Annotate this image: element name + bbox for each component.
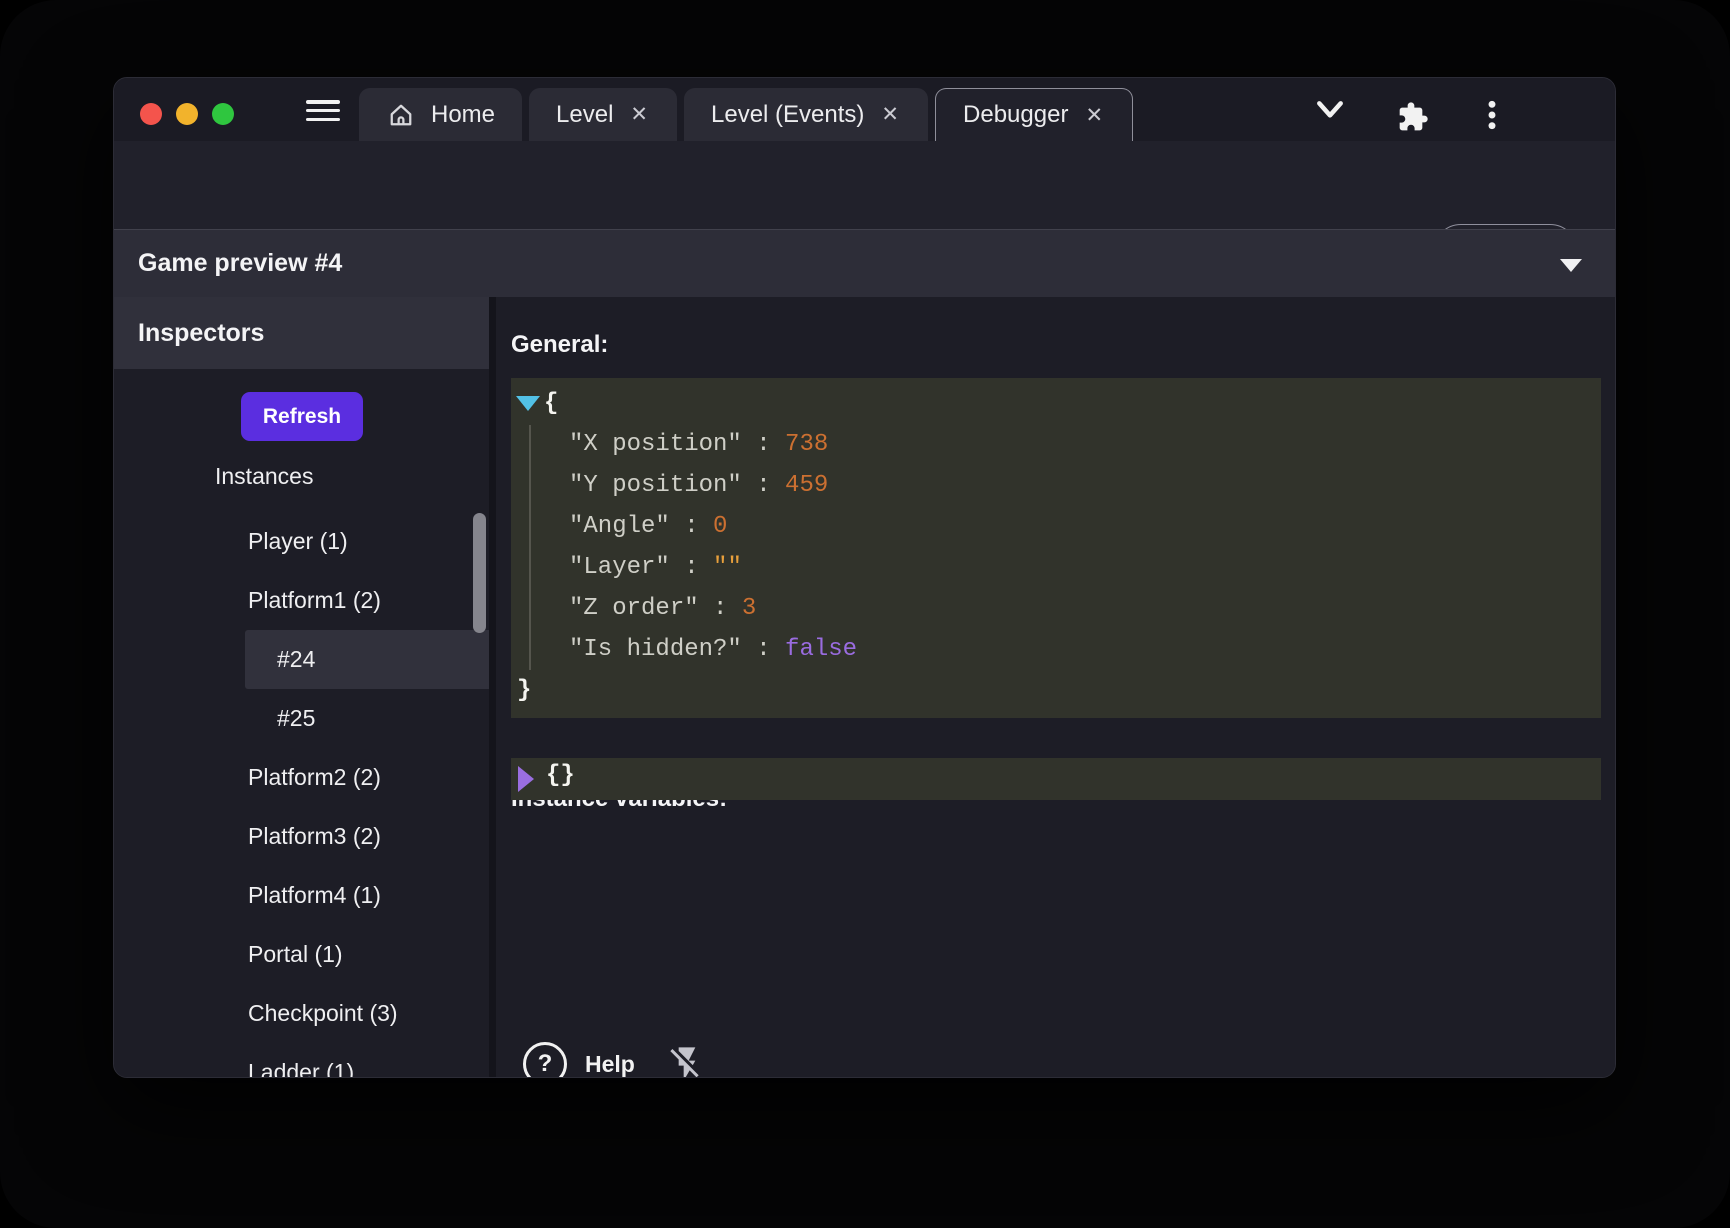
instance-tree-item[interactable]: Platform2 (2) <box>245 748 473 807</box>
instance-tree-item-label: #25 <box>277 705 315 732</box>
tree-rows: "X position" : 738 "Y position" : 459 "A… <box>511 424 1601 670</box>
game-preview-selector[interactable]: Game preview #4 <box>114 229 1615 297</box>
tab-label: Home <box>431 101 495 129</box>
chevron-down-icon[interactable] <box>1312 97 1348 123</box>
tab-close-icon[interactable]: ✕ <box>1083 103 1105 128</box>
inspectors-sidebar: Inspectors Refresh Instances Player (1) … <box>114 297 489 1078</box>
home-icon <box>386 100 416 130</box>
property-value: 3 <box>742 595 756 622</box>
property-key: "X position" <box>569 431 742 458</box>
refresh-button[interactable]: Refresh <box>241 392 363 441</box>
property-separator: : <box>670 513 713 540</box>
more-options-kebab-icon[interactable] <box>1477 98 1507 132</box>
property-key: "Is hidden?" <box>569 636 742 663</box>
instance-tree-item-label: Portal (1) <box>248 941 343 968</box>
instance-tree-item[interactable]: Ladder (1) <box>245 1043 473 1078</box>
instance-tree-item-label: Checkpoint (3) <box>248 1000 398 1027</box>
tab-close-icon[interactable]: ✕ <box>879 102 901 127</box>
game-preview-label: Game preview #4 <box>138 230 342 297</box>
tab-level[interactable]: Level ✕ <box>529 88 677 141</box>
property-value: "" <box>713 554 742 581</box>
tab-bar: Home Level ✕ Level (Events) ✕ Debugger ✕ <box>359 88 1133 141</box>
collapse-triangle-icon[interactable] <box>516 396 540 411</box>
property-row[interactable]: "Is hidden?" : false <box>511 629 1601 670</box>
general-properties-tree: { "X position" : 738 "Y position" : 459 … <box>511 378 1601 718</box>
sidebar-scrollbar-thumb[interactable] <box>473 513 486 633</box>
top-right-icons <box>1225 78 1615 141</box>
instance-tree-item[interactable]: #24 <box>245 630 489 689</box>
instance-tree-item[interactable]: Checkpoint (3) <box>245 984 473 1043</box>
inspectors-title: Inspectors <box>138 319 264 348</box>
property-separator: : <box>742 636 785 663</box>
general-section-label: General: <box>511 331 608 359</box>
instance-tree-item-label: #24 <box>277 646 315 673</box>
flash-off-icon[interactable] <box>667 1044 707 1078</box>
help-label[interactable]: Help <box>585 1051 635 1078</box>
tab-debugger[interactable]: Debugger ✕ <box>935 88 1133 141</box>
minimize-window-button[interactable] <box>176 103 198 125</box>
property-value: 459 <box>785 472 828 499</box>
instance-tree-item-label: Platform3 (2) <box>248 823 381 850</box>
close-brace: } <box>517 677 531 704</box>
tab-label: Level (Events) <box>711 101 864 129</box>
instance-tree-item-label: Platform4 (1) <box>248 882 381 909</box>
empty-object-value: {} <box>546 762 575 789</box>
instance-tree-item-label: Ladder (1) <box>248 1059 354 1078</box>
debugger-toolbar: Pause <box>114 141 1615 229</box>
property-value: 738 <box>785 431 828 458</box>
property-row[interactable]: "Angle" : 0 <box>511 506 1601 547</box>
open-brace: { <box>544 390 558 417</box>
instances-tree: Player (1) Platform1 (2) #24 #25 Platfor… <box>114 512 489 1078</box>
instance-variables-tree: {} <box>511 758 1601 800</box>
property-value: false <box>785 636 857 663</box>
inspectors-header: Inspectors <box>114 297 489 369</box>
tab-level-events-[interactable]: Level (Events) ✕ <box>684 88 928 141</box>
property-separator: : <box>699 595 742 622</box>
property-value: 0 <box>713 513 727 540</box>
tab-label: Debugger <box>963 101 1068 129</box>
title-tab-bar: Home Level ✕ Level (Events) ✕ Debugger ✕ <box>114 78 1615 141</box>
desktop-background: Home Level ✕ Level (Events) ✕ Debugger ✕ <box>0 0 1730 1228</box>
inspector-detail-panel: General: { "X position" : 738 "Y positio… <box>496 297 1616 1078</box>
instance-tree-item[interactable]: Player (1) <box>245 512 473 571</box>
property-row[interactable]: "Layer" : "" <box>511 547 1601 588</box>
expand-triangle-icon[interactable] <box>518 766 534 792</box>
tree-open-line: { <box>511 383 1601 424</box>
tab-home[interactable]: Home <box>359 88 522 141</box>
dropdown-caret-icon <box>1560 259 1582 272</box>
tab-label: Level <box>556 101 613 129</box>
indent-guide <box>529 425 531 670</box>
tab-close-icon[interactable]: ✕ <box>628 102 650 127</box>
panel-divider <box>489 297 496 1078</box>
property-separator: : <box>742 431 785 458</box>
property-row[interactable]: "X position" : 738 <box>511 424 1601 465</box>
instance-tree-item[interactable]: Platform4 (1) <box>245 866 473 925</box>
property-key: "Y position" <box>569 472 742 499</box>
property-key: "Angle" <box>569 513 670 540</box>
property-key: "Layer" <box>569 554 670 581</box>
close-window-button[interactable] <box>140 103 162 125</box>
property-separator: : <box>742 472 785 499</box>
tree-close-line: } <box>511 670 1601 711</box>
instance-tree-item-label: Player (1) <box>248 528 348 555</box>
zoom-window-button[interactable] <box>212 103 234 125</box>
main-menu-icon[interactable] <box>306 100 340 121</box>
instance-tree-item-label: Platform1 (2) <box>248 587 381 614</box>
help-row: ? Help <box>523 1042 707 1078</box>
instance-tree-item-label: Platform2 (2) <box>248 764 381 791</box>
instance-tree-item[interactable]: Portal (1) <box>245 925 473 984</box>
extensions-puzzle-icon[interactable] <box>1395 100 1431 134</box>
property-row[interactable]: "Z order" : 3 <box>511 588 1601 629</box>
instances-root-label[interactable]: Instances <box>215 463 313 493</box>
help-question-icon[interactable]: ? <box>523 1042 567 1078</box>
property-separator: : <box>670 554 713 581</box>
app-window: Home Level ✕ Level (Events) ✕ Debugger ✕ <box>113 77 1616 1078</box>
instance-tree-item[interactable]: Platform3 (2) <box>245 807 473 866</box>
property-key: "Z order" <box>569 595 699 622</box>
instance-tree-item[interactable]: Platform1 (2) <box>245 571 473 630</box>
instance-tree-item[interactable]: #25 <box>245 689 489 748</box>
property-row[interactable]: "Y position" : 459 <box>511 465 1601 506</box>
